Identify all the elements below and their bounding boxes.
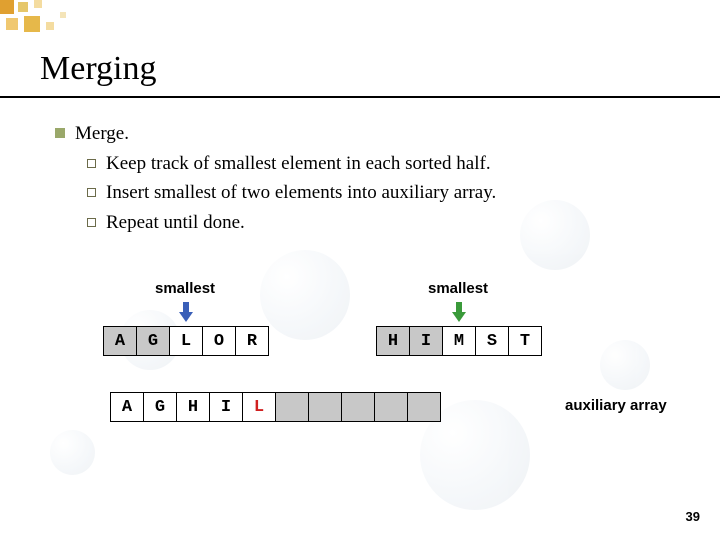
aux-cell-empty: [374, 392, 408, 422]
aux-cell: A: [110, 392, 144, 422]
aux-cell-latest: L: [242, 392, 276, 422]
auxiliary-array-label: auxiliary array: [565, 397, 667, 414]
array-cell: A: [103, 326, 137, 356]
corner-decoration: [0, 0, 180, 40]
array-cell: G: [136, 326, 170, 356]
bullet-sub-0: Keep track of smallest element in each s…: [87, 150, 496, 178]
array-cell: I: [409, 326, 443, 356]
array-cell: L: [169, 326, 203, 356]
bullet-sub-text: Keep track of smallest element in each s…: [106, 153, 491, 174]
array-cell: S: [475, 326, 509, 356]
array-cell: O: [202, 326, 236, 356]
aux-cell: H: [176, 392, 210, 422]
auxiliary-array: A G H I L: [110, 392, 441, 422]
bullet-content: Merge. Keep track of smallest element in…: [55, 120, 496, 236]
arrow-down-green-icon: [452, 302, 466, 324]
page-number: 39: [686, 509, 700, 524]
aux-cell-empty: [341, 392, 375, 422]
open-square-bullet-icon: [87, 159, 96, 168]
aux-cell-empty: [275, 392, 309, 422]
bullet-sub-1: Insert smallest of two elements into aux…: [87, 179, 496, 207]
aux-cell: I: [209, 392, 243, 422]
smallest-label-left: smallest: [155, 280, 215, 297]
square-bullet-icon: [55, 128, 65, 138]
array-cell: M: [442, 326, 476, 356]
bullet-sub-2: Repeat until done.: [87, 209, 496, 237]
smallest-label-right: smallest: [428, 280, 488, 297]
aux-cell-empty: [308, 392, 342, 422]
array-cell: R: [235, 326, 269, 356]
bullet-main: Merge.: [55, 120, 496, 148]
bullet-sub-text: Insert smallest of two elements into aux…: [106, 182, 496, 203]
slide-title: Merging: [40, 50, 156, 88]
open-square-bullet-icon: [87, 218, 96, 227]
bullet-main-text: Merge.: [75, 123, 129, 144]
aux-cell-empty: [407, 392, 441, 422]
arrow-down-blue-icon: [179, 302, 193, 324]
title-underline: [0, 96, 720, 98]
left-array: A G L O R: [103, 326, 269, 356]
open-square-bullet-icon: [87, 188, 96, 197]
array-cell: T: [508, 326, 542, 356]
aux-cell: G: [143, 392, 177, 422]
right-array: H I M S T: [376, 326, 542, 356]
array-cell: H: [376, 326, 410, 356]
bullet-sub-text: Repeat until done.: [106, 212, 245, 233]
